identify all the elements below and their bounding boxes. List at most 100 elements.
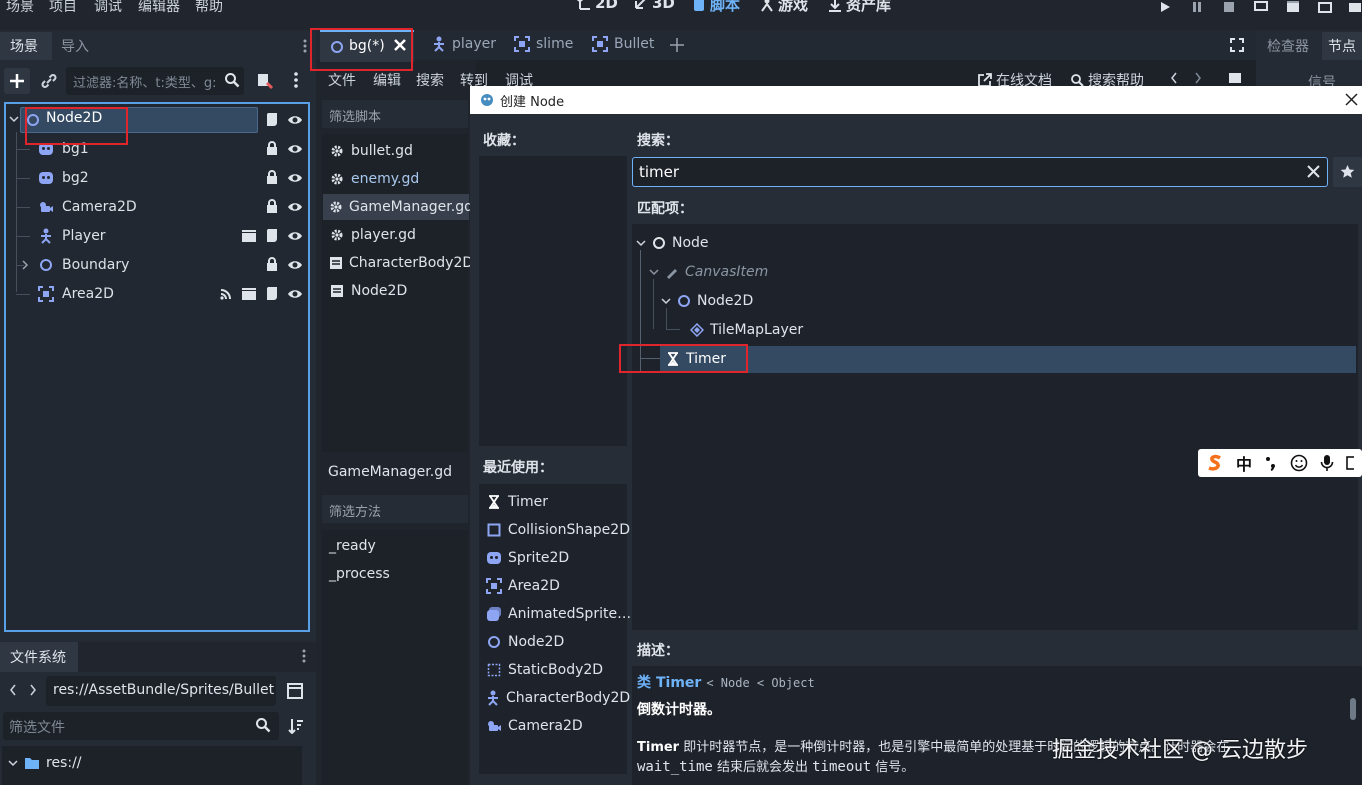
script-item-gamemanager[interactable]: GameManager.gd <box>323 194 473 220</box>
lock-icon[interactable] <box>264 257 279 272</box>
filesystem-root-label[interactable]: res:// <box>46 755 82 771</box>
recent-item-node2d[interactable]: Node2D <box>480 628 630 656</box>
script-icon[interactable] <box>264 228 279 243</box>
filter-methods-field[interactable]: 筛选方法 <box>322 495 468 523</box>
sort-icon[interactable] <box>288 718 304 734</box>
recent-item-area2d[interactable]: Area2D <box>480 572 630 600</box>
tab-node[interactable]: 节点 <box>1322 32 1362 60</box>
favorite-button[interactable] <box>1333 157 1362 187</box>
attach-script-icon[interactable] <box>256 72 274 90</box>
node-search-input[interactable]: timer <box>632 157 1328 187</box>
filesystem-path-field[interactable]: res://AssetBundle/Sprites/Bullet. <box>46 676 276 706</box>
editor-tab-player[interactable]: player <box>432 36 496 52</box>
eye-icon[interactable] <box>287 286 302 301</box>
remote-debug-icon[interactable] <box>1252 0 1270 14</box>
workspace-assetlib-button[interactable]: 资产库 <box>828 0 891 15</box>
script-item-enemy[interactable]: enemy.gd <box>323 166 469 192</box>
chevron-right-icon[interactable] <box>1194 72 1202 84</box>
tree-node-camera2d[interactable]: Camera2D <box>6 193 308 221</box>
toggle-panel-icon[interactable] <box>1228 72 1242 84</box>
recent-item-collisionshape2d[interactable]: CollisionShape2D <box>480 516 630 544</box>
signal-icon[interactable] <box>218 286 233 301</box>
sogou-logo-icon[interactable] <box>1206 454 1224 472</box>
tab-scene[interactable]: 场景 <box>0 32 52 60</box>
scene-instance-icon[interactable] <box>241 286 256 301</box>
menu-debug[interactable]: 调试 <box>94 0 122 16</box>
recent-item-sprite2d[interactable]: Sprite2D <box>480 544 630 572</box>
chevron-down-icon[interactable] <box>8 758 18 768</box>
filter-scripts-field[interactable]: 筛选脚本 <box>322 100 468 128</box>
pause-icon[interactable] <box>1188 0 1206 14</box>
clear-icon[interactable] <box>1307 165 1320 178</box>
script-icon[interactable] <box>264 286 279 301</box>
tree-node-bg2[interactable]: bg2 <box>6 164 308 192</box>
add-node-button[interactable] <box>4 68 30 94</box>
movie-maker-icon[interactable] <box>1346 0 1362 14</box>
desc-scrollbar[interactable] <box>1350 698 1356 720</box>
chevron-right-icon[interactable] <box>21 260 29 270</box>
lock-icon[interactable] <box>264 141 279 156</box>
split-view-icon[interactable] <box>287 683 303 699</box>
eye-icon[interactable] <box>287 112 302 127</box>
editor-tab-bullet[interactable]: Bullet <box>592 36 654 52</box>
class-inheritance[interactable]: < Node < Object <box>706 676 814 690</box>
dock-menu-icon[interactable] <box>302 649 306 663</box>
menu-help[interactable]: 帮助 <box>195 0 223 16</box>
scene-instance-icon[interactable] <box>241 228 256 243</box>
eye-icon[interactable] <box>287 228 302 243</box>
menu-scene[interactable]: 场景 <box>6 0 34 16</box>
tab-import[interactable]: 导入 <box>61 36 89 56</box>
dock-menu-icon[interactable] <box>300 38 310 54</box>
chevron-left-icon[interactable] <box>1170 72 1178 84</box>
recent-item-animatedsprite2d[interactable]: AnimatedSprite… <box>480 600 631 628</box>
eye-icon[interactable] <box>287 170 302 185</box>
menu-project[interactable]: 项目 <box>49 0 77 16</box>
recent-item-staticbody2d[interactable]: StaticBody2D <box>480 656 630 684</box>
lock-icon[interactable] <box>264 170 279 185</box>
chevron-right-icon[interactable] <box>29 684 37 696</box>
scene-filter-input[interactable]: 过滤器:名称、t:类型、g: <box>66 67 244 95</box>
play-scene-icon[interactable] <box>1284 0 1302 14</box>
tab-filesystem[interactable]: 文件系统 <box>0 642 78 672</box>
script-menu-file[interactable]: 文件 <box>328 70 356 90</box>
microphone-icon[interactable] <box>1320 454 1334 472</box>
workspace-3d-button[interactable]: 3D <box>634 0 675 12</box>
ime-lang[interactable]: 中 <box>1236 451 1252 475</box>
method-item[interactable]: _ready <box>329 538 376 554</box>
eye-icon[interactable] <box>287 141 302 156</box>
play-custom-scene-icon[interactable] <box>1316 0 1334 14</box>
workspace-game-button[interactable]: 游戏 <box>760 0 808 15</box>
punctuation-icon[interactable] <box>1264 455 1278 471</box>
match-canvasitem[interactable]: CanvasItem <box>649 258 768 286</box>
method-item[interactable]: _process <box>329 566 390 582</box>
lock-icon[interactable] <box>264 199 279 214</box>
tree-node-area2d[interactable]: Area2D <box>6 280 308 308</box>
match-node[interactable]: Node <box>636 229 709 257</box>
eye-icon[interactable] <box>287 199 302 214</box>
tree-node-boundary[interactable]: Boundary <box>6 251 308 279</box>
menu-editor[interactable]: 编辑器 <box>138 0 180 16</box>
chevron-left-icon[interactable] <box>9 684 17 696</box>
match-node2d[interactable]: Node2D <box>661 287 753 315</box>
workspace-2d-button[interactable]: 2D <box>577 0 618 12</box>
emoji-icon[interactable] <box>1290 454 1308 472</box>
toolbox-icon[interactable] <box>1346 455 1355 471</box>
script-icon[interactable] <box>264 112 279 127</box>
recent-item-camera2d[interactable]: Camera2D <box>480 712 630 740</box>
stop-icon[interactable] <box>1220 0 1238 14</box>
fullscreen-icon[interactable] <box>1230 38 1244 52</box>
recent-item-timer[interactable]: Timer <box>480 488 630 516</box>
recent-item-characterbody2d[interactable]: CharacterBody2D <box>480 684 630 712</box>
chevron-down-icon[interactable] <box>9 114 19 124</box>
script-menu-edit[interactable]: 编辑 <box>373 70 401 90</box>
script-item-player[interactable]: player.gd <box>323 222 469 248</box>
eye-icon[interactable] <box>287 257 302 272</box>
more-options-icon[interactable] <box>292 72 300 88</box>
script-item-bullet[interactable]: bullet.gd <box>323 138 469 164</box>
link-icon[interactable] <box>40 72 58 90</box>
close-icon[interactable] <box>1345 93 1358 106</box>
tab-inspector[interactable]: 检查器 <box>1267 36 1309 56</box>
filesystem-filter-input[interactable]: 筛选文件 <box>3 712 279 740</box>
match-tilemaplayer[interactable]: TileMapLayer <box>690 316 803 344</box>
editor-tab-slime[interactable]: slime <box>514 36 573 52</box>
